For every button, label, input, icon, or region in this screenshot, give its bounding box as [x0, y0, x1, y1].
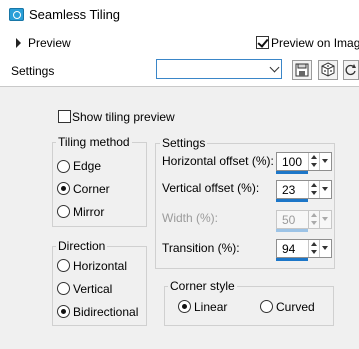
save-preset-icon — [295, 63, 309, 77]
app-icon — [9, 8, 24, 21]
dropdown-arrow-icon[interactable] — [319, 153, 331, 170]
width-field: 50 — [276, 210, 332, 229]
horizontal-offset-label: Horizontal offset (%): — [162, 154, 274, 168]
corner-curved-label: Curved — [276, 300, 315, 314]
show-tiling-preview-label: Show tiling preview — [72, 110, 175, 124]
tiling-corner-radio[interactable] — [57, 182, 70, 195]
direction-horizontal-label: Horizontal — [73, 259, 128, 273]
preview-on-image-label: Preview on Image — [271, 36, 359, 50]
arrow-down-icon[interactable] — [311, 250, 317, 254]
reset-icon — [345, 64, 356, 76]
corner-curved-radio[interactable] — [260, 300, 273, 313]
window-title: Seamless Tiling — [29, 7, 121, 22]
chevron-down-icon — [269, 62, 280, 73]
vertical-offset-field[interactable]: 23 — [276, 180, 332, 199]
arrow-up-icon[interactable] — [311, 183, 317, 187]
randomize-icon — [321, 62, 335, 77]
preview-toggle[interactable]: Preview — [28, 36, 71, 50]
transition-bar — [276, 258, 308, 261]
arrow-down-icon[interactable] — [311, 191, 317, 195]
arrow-down-icon — [311, 221, 317, 225]
transition-value: 94 — [282, 242, 296, 256]
dropdown-arrow-icon[interactable] — [319, 181, 331, 198]
horizontal-offset-field[interactable]: 100 — [276, 152, 332, 171]
horizontal-offset-value: 100 — [282, 155, 303, 169]
arrow-up-icon — [311, 213, 317, 217]
save-preset-button[interactable] — [292, 60, 312, 80]
tiling-edge-label: Edge — [73, 159, 102, 173]
corner-style-title: Corner style — [168, 279, 237, 293]
direction-title: Direction — [56, 239, 108, 253]
width-label: Width (%): — [162, 211, 219, 225]
arrow-up-icon[interactable] — [311, 242, 317, 246]
vertical-offset-value: 23 — [282, 183, 296, 197]
tiling-corner-label: Corner — [73, 182, 110, 196]
preset-combo[interactable] — [156, 59, 282, 79]
expand-caret-icon[interactable] — [16, 38, 21, 48]
vertical-offset-stepper[interactable] — [308, 181, 319, 198]
direction-vertical-label: Vertical — [73, 282, 113, 296]
tiling-edge-radio[interactable] — [57, 160, 70, 173]
randomize-button[interactable] — [318, 60, 338, 80]
reset-button[interactable] — [343, 60, 359, 80]
settings-group-title: Settings — [160, 136, 208, 150]
width-bar — [276, 229, 308, 232]
horizontal-offset-stepper[interactable] — [308, 153, 319, 170]
dropdown-arrow-icon[interactable] — [319, 240, 331, 257]
direction-bidirectional-radio[interactable] — [57, 305, 70, 318]
transition-field[interactable]: 94 — [276, 239, 332, 258]
direction-vertical-radio[interactable] — [57, 282, 70, 295]
corner-linear-radio[interactable] — [178, 300, 191, 313]
show-tiling-preview-checkbox[interactable] — [58, 110, 71, 123]
arrow-up-icon[interactable] — [311, 155, 317, 159]
preview-on-image-checkbox[interactable] — [256, 36, 269, 49]
direction-horizontal-radio[interactable] — [57, 259, 70, 272]
tiling-mirror-radio[interactable] — [57, 205, 70, 218]
corner-linear-label: Linear — [194, 300, 228, 314]
dropdown-arrow-icon — [319, 211, 331, 228]
horizontal-offset-bar — [276, 171, 308, 174]
tiling-method-title: Tiling method — [56, 135, 132, 149]
arrow-down-icon[interactable] — [311, 163, 317, 167]
direction-bidirectional-label: Bidirectional — [73, 305, 139, 319]
transition-stepper[interactable] — [308, 240, 319, 257]
vertical-offset-label: Vertical offset (%): — [162, 181, 260, 195]
width-value: 50 — [282, 213, 296, 227]
transition-label: Transition (%): — [162, 241, 240, 255]
width-stepper — [308, 211, 319, 228]
vertical-offset-bar — [276, 199, 308, 202]
settings-label: Settings — [11, 64, 55, 78]
tiling-mirror-label: Mirror — [73, 205, 105, 219]
